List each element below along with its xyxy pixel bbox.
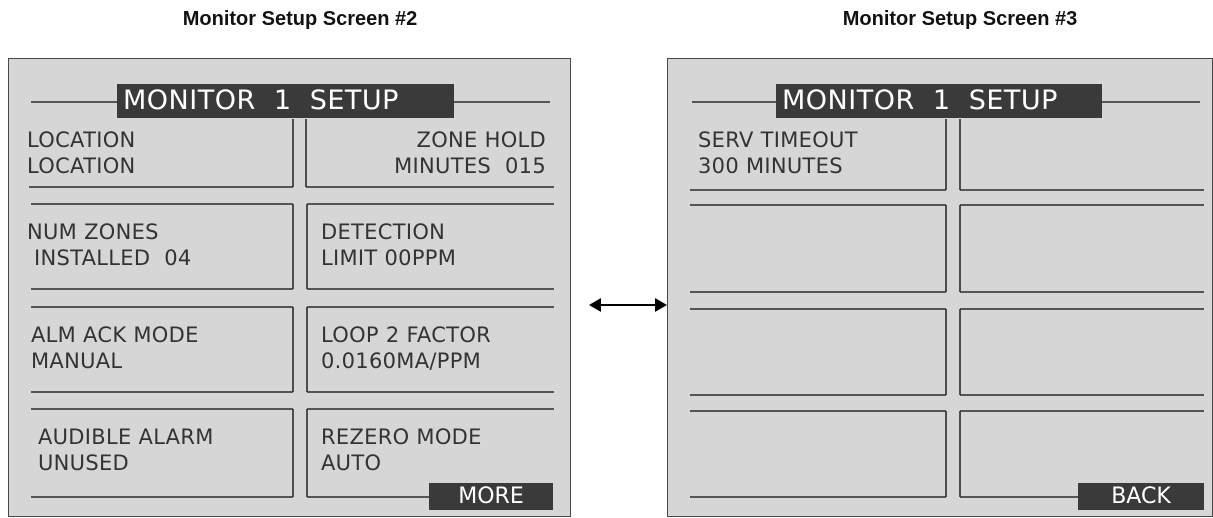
setting-label: AUDIBLE ALARM: [31, 425, 214, 449]
setting-label: NUM ZONES: [27, 220, 159, 244]
screen-3-title: MONITOR 1 SETUP: [776, 84, 1102, 118]
setting-label: ZONE HOLD: [416, 128, 546, 152]
setting-label: REZERO MODE: [321, 425, 482, 449]
setting-value: UNUSED: [31, 451, 129, 475]
setting-value: LIMIT 00PPM: [321, 246, 457, 270]
back-button[interactable]: BACK: [1078, 483, 1204, 510]
alm-ack-mode-setting[interactable]: ALM ACK MODE MANUAL: [31, 322, 199, 374]
rezero-mode-setting[interactable]: REZERO MODE AUTO: [321, 424, 482, 476]
setting-label: LOOP 2 FACTOR: [321, 323, 492, 347]
screen-2-title: MONITOR 1 SETUP: [117, 84, 454, 118]
detection-limit-setting[interactable]: DETECTION LIMIT 00PPM: [321, 219, 456, 271]
monitor-setup-screen-2: MONITOR 1 SETUP LOCATION LOCATION ZONE H…: [8, 58, 571, 517]
setting-label: DETECTION: [321, 220, 446, 244]
audible-alarm-setting[interactable]: AUDIBLE ALARM UNUSED: [31, 424, 214, 476]
setting-label: LOCATION: [27, 128, 136, 152]
setting-value: INSTALLED 04: [27, 246, 192, 270]
setting-value: LOCATION: [27, 154, 136, 178]
setting-label: SERV TIMEOUT: [698, 128, 858, 152]
loop-2-factor-setting[interactable]: LOOP 2 FACTOR 0.0160MA/PPM: [321, 322, 491, 374]
setting-value: MANUAL: [31, 349, 123, 373]
monitor-setup-screen-3: MONITOR 1 SETUP SERV TIMEOUT 300 MINUTES…: [667, 58, 1213, 517]
setting-label: ALM ACK MODE: [31, 323, 199, 347]
setting-value: 300 MINUTES: [698, 154, 843, 178]
setting-value: AUTO: [321, 451, 382, 475]
num-zones-setting[interactable]: NUM ZONES INSTALLED 04: [27, 219, 192, 271]
setting-value: MINUTES 015: [394, 154, 546, 178]
screen-2-caption: Monitor Setup Screen #2: [182, 8, 418, 30]
location-setting[interactable]: LOCATION LOCATION: [27, 127, 136, 179]
serv-timeout-setting[interactable]: SERV TIMEOUT 300 MINUTES: [698, 127, 858, 179]
screen-3-caption: Monitor Setup Screen #3: [842, 8, 1078, 30]
more-button[interactable]: MORE: [429, 483, 553, 510]
bidirectional-arrow-icon: [589, 298, 667, 312]
setting-value: 0.0160MA/PPM: [321, 349, 482, 373]
zone-hold-setting[interactable]: ZONE HOLD MINUTES 015: [394, 127, 546, 179]
